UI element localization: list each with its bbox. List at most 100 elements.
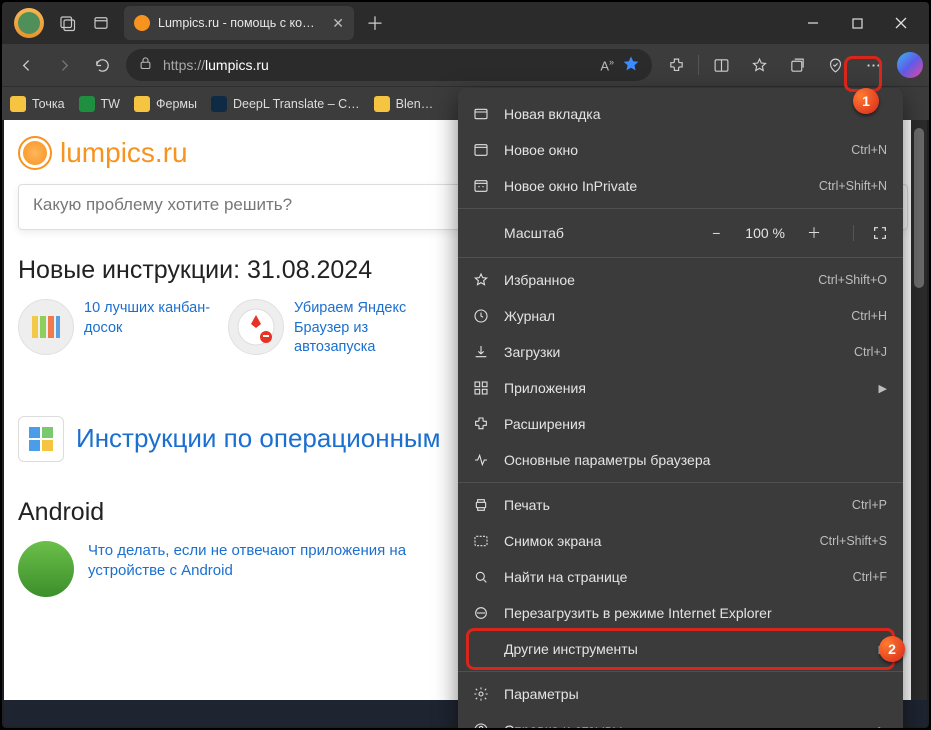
history-icon xyxy=(472,307,490,325)
ie-icon xyxy=(472,604,490,622)
menu-item[interactable]: Найти на странице Ctrl+F xyxy=(458,559,903,595)
zoom-value: 100 % xyxy=(745,225,785,241)
menu-item-label: Найти на странице xyxy=(504,569,839,585)
article-card[interactable]: 10 лучших канбан-досок xyxy=(18,299,218,358)
url-scheme: https:// xyxy=(163,57,205,73)
menu-item[interactable]: Печать Ctrl+P xyxy=(458,487,903,523)
bookmark-item[interactable]: Blen… xyxy=(374,96,434,112)
site-info-icon[interactable] xyxy=(138,56,153,74)
menu-item-label: Перезагрузить в режиме Internet Explorer xyxy=(504,605,887,621)
menu-item-label: Журнал xyxy=(504,308,837,324)
tab-actions-icon[interactable] xyxy=(84,6,118,40)
bookmark-item[interactable]: TW xyxy=(79,96,120,112)
menu-item-label: Новое окно InPrivate xyxy=(504,178,805,194)
bookmark-item[interactable]: DeepL Translate – С… xyxy=(211,96,360,112)
menu-item[interactable]: Основные параметры браузера xyxy=(458,442,903,478)
back-button[interactable] xyxy=(8,49,44,81)
favorites-icon[interactable] xyxy=(741,49,777,81)
new-tab-button[interactable]: ＋ xyxy=(360,8,390,38)
maximize-button[interactable] xyxy=(835,6,879,40)
download-icon xyxy=(472,343,490,361)
menu-shortcut: Ctrl+P xyxy=(852,498,887,512)
logo-icon xyxy=(18,136,52,170)
bookmark-item[interactable]: Фермы xyxy=(134,96,197,112)
menu-item-label: Новая вкладка xyxy=(504,106,887,122)
zoom-in-button[interactable]: ＋ xyxy=(801,220,827,246)
url-host: lumpics.ru xyxy=(205,57,269,73)
settings-menu: Новая вкладка Новое окно Ctrl+N Новое ок… xyxy=(458,88,903,730)
workspaces-icon[interactable] xyxy=(50,6,84,40)
menu-item[interactable]: Справка и отзывы ▶ xyxy=(458,712,903,730)
collections-icon[interactable] xyxy=(779,49,815,81)
read-aloud-icon[interactable]: A» xyxy=(600,57,614,73)
browser-tab[interactable]: Lumpics.ru - помощь с компьюте… ✕ xyxy=(124,6,354,40)
menu-item-label: Основные параметры браузера xyxy=(504,452,887,468)
menu-shortcut: Ctrl+Shift+S xyxy=(820,534,887,548)
menu-shortcut: Ctrl+N xyxy=(851,143,887,157)
bookmark-label: DeepL Translate – С… xyxy=(233,97,360,111)
menu-item[interactable]: Снимок экрана Ctrl+Shift+S xyxy=(458,523,903,559)
bookmark-label: Blen… xyxy=(396,97,434,111)
callout-box-1 xyxy=(844,56,882,92)
tab-close-icon[interactable]: ✕ xyxy=(332,15,344,32)
zoom-out-button[interactable]: − xyxy=(703,220,729,246)
bookmark-label: Фермы xyxy=(156,97,197,111)
menu-shortcut: Ctrl+F xyxy=(853,570,887,584)
close-window-button[interactable] xyxy=(879,6,923,40)
help-icon xyxy=(472,721,490,730)
menu-item[interactable]: Приложения ▶ xyxy=(458,370,903,406)
menu-item-label: Приложения xyxy=(504,380,857,396)
menu-shortcut: Ctrl+Shift+O xyxy=(818,273,887,287)
menu-item[interactable]: Новое окно InPrivate Ctrl+Shift+N xyxy=(458,168,903,204)
titlebar: Lumpics.ru - помощь с компьюте… ✕ ＋ xyxy=(2,2,929,44)
site-name: lumpics.ru xyxy=(60,137,188,169)
minimize-button[interactable] xyxy=(791,6,835,40)
apps-icon xyxy=(472,379,490,397)
tab-title: Lumpics.ru - помощь с компьюте… xyxy=(158,16,322,30)
favorite-star-icon[interactable] xyxy=(622,55,640,76)
bookmark-label: Точка xyxy=(32,97,65,111)
bookmark-item[interactable]: Точка xyxy=(10,96,65,112)
address-bar[interactable]: https://lumpics.ru A» xyxy=(126,49,652,81)
toolbar: https://lumpics.ru A» xyxy=(2,44,929,86)
callout-badge-1: 1 xyxy=(853,88,879,114)
menu-item[interactable]: Загрузки Ctrl+J xyxy=(458,334,903,370)
copilot-button[interactable] xyxy=(897,52,923,78)
vertical-scrollbar[interactable] xyxy=(911,120,927,700)
zoom-label: Масштаб xyxy=(504,225,703,241)
menu-item[interactable]: Параметры xyxy=(458,676,903,712)
inprivate-icon xyxy=(472,177,490,195)
menu-item-label: Другие инструменты xyxy=(504,641,857,657)
menu-item[interactable]: Другие инструменты ▶ xyxy=(458,631,903,667)
menu-item[interactable]: Избранное Ctrl+Shift+O xyxy=(458,262,903,298)
article-link[interactable]: Что делать, если не отвечают приложения … xyxy=(88,541,448,582)
menu-item[interactable]: Расширения xyxy=(458,406,903,442)
menu-item-label: Расширения xyxy=(504,416,887,432)
menu-zoom-row: Масштаб − 100 % ＋ xyxy=(458,213,903,253)
menu-item-label: Справка и отзывы xyxy=(504,722,857,730)
menu-item[interactable]: Новая вкладка xyxy=(458,96,903,132)
card-thumb xyxy=(228,299,284,355)
submenu-arrow-icon: ▶ xyxy=(879,382,887,395)
submenu-arrow-icon: ▶ xyxy=(879,724,887,730)
menu-item-label: Параметры xyxy=(504,686,887,702)
shot-icon xyxy=(472,532,490,550)
tools-icon xyxy=(472,640,490,658)
menu-item[interactable]: Новое окно Ctrl+N xyxy=(458,132,903,168)
menu-item-label: Печать xyxy=(504,497,838,513)
bookmark-label: TW xyxy=(101,97,120,111)
window-icon xyxy=(472,141,490,159)
card-link: Убираем Яндекс Браузер из автозапуска xyxy=(294,299,428,358)
menu-shortcut: Ctrl+Shift+N xyxy=(819,179,887,193)
menu-shortcut: Ctrl+J xyxy=(854,345,887,359)
extensions-icon[interactable] xyxy=(658,49,694,81)
article-card[interactable]: Убираем Яндекс Браузер из автозапуска xyxy=(228,299,428,358)
split-screen-icon[interactable] xyxy=(703,49,739,81)
gear-icon xyxy=(472,685,490,703)
tab-favicon xyxy=(134,15,150,31)
menu-item[interactable]: Перезагрузить в режиме Internet Explorer xyxy=(458,595,903,631)
profile-avatar[interactable] xyxy=(14,8,44,38)
refresh-button[interactable] xyxy=(84,49,120,81)
fullscreen-button[interactable] xyxy=(853,225,893,241)
menu-item[interactable]: Журнал Ctrl+H xyxy=(458,298,903,334)
